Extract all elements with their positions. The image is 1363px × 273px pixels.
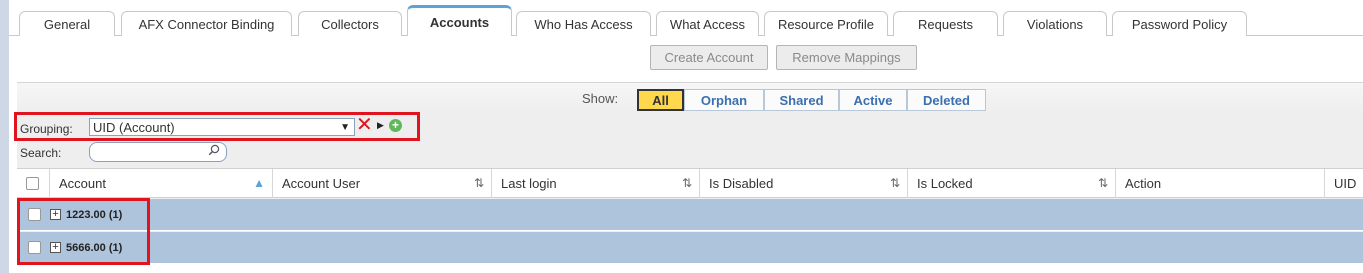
- grouping-value: UID (Account): [93, 120, 175, 135]
- filter-orphan[interactable]: Orphan: [684, 89, 764, 111]
- remove-grouping-icon[interactable]: ✕: [356, 115, 373, 135]
- column-account-user-label: Account User: [282, 176, 361, 191]
- tab-violations[interactable]: Violations: [1003, 11, 1107, 36]
- search-icon[interactable]: [208, 144, 220, 156]
- sort-icon[interactable]: ⇅: [1098, 176, 1108, 190]
- group-row[interactable]: + 1223.00 (1): [17, 199, 1363, 231]
- tab-what-access[interactable]: What Access: [656, 11, 759, 36]
- search-input[interactable]: [89, 142, 227, 162]
- create-account-button[interactable]: Create Account: [650, 45, 768, 70]
- select-all-checkbox[interactable]: [26, 177, 39, 190]
- tab-bar: General AFX Connector Binding Collectors…: [9, 0, 1363, 37]
- sort-icon[interactable]: ⇅: [474, 176, 484, 190]
- column-action-label: Action: [1125, 176, 1162, 191]
- add-grouping-icon[interactable]: +: [389, 119, 402, 132]
- select-all-cell: [17, 169, 50, 198]
- search-label: Search:: [20, 146, 62, 160]
- column-is-locked-label: Is Locked: [917, 176, 973, 191]
- left-stripe: [0, 0, 9, 273]
- filter-shared[interactable]: Shared: [764, 89, 839, 111]
- tab-afx-connector-binding[interactable]: AFX Connector Binding: [121, 11, 292, 36]
- column-is-locked[interactable]: Is Locked ⇅: [908, 169, 1116, 198]
- show-label: Show:: [582, 91, 619, 106]
- grouping-label: Grouping:: [20, 122, 73, 136]
- sort-icon[interactable]: ⇅: [682, 176, 692, 190]
- filter-all[interactable]: All: [637, 89, 684, 111]
- tab-who-has-access[interactable]: Who Has Access: [516, 11, 651, 36]
- filter-deleted[interactable]: Deleted: [907, 89, 986, 111]
- tab-resource-profile[interactable]: Resource Profile: [764, 11, 888, 36]
- tab-requests[interactable]: Requests: [893, 11, 998, 36]
- column-uid[interactable]: UID: [1325, 169, 1363, 198]
- apply-grouping-icon[interactable]: ▶: [377, 120, 384, 131]
- column-account-user[interactable]: Account User ⇅: [273, 169, 492, 198]
- dropdown-arrow-icon: ▼: [340, 122, 350, 133]
- group-rows-highlight-box: [17, 198, 150, 265]
- table-header: Account ▲ Account User ⇅ Last login ⇅ Is…: [17, 168, 1363, 198]
- column-is-disabled[interactable]: Is Disabled ⇅: [700, 169, 908, 198]
- column-account-label: Account: [59, 176, 106, 191]
- tab-collectors[interactable]: Collectors: [298, 11, 402, 36]
- grouping-select[interactable]: UID (Account) ▼: [89, 118, 355, 136]
- sort-icon[interactable]: ⇅: [890, 176, 900, 190]
- tab-general[interactable]: General: [19, 11, 115, 36]
- tab-accounts[interactable]: Accounts: [407, 5, 512, 36]
- remove-mappings-button[interactable]: Remove Mappings: [776, 45, 917, 70]
- column-action[interactable]: Action: [1116, 169, 1325, 198]
- filter-active[interactable]: Active: [839, 89, 907, 111]
- column-last-login-label: Last login: [501, 176, 557, 191]
- column-is-disabled-label: Is Disabled: [709, 176, 774, 191]
- column-uid-label: UID: [1334, 176, 1357, 191]
- column-last-login[interactable]: Last login ⇅: [492, 169, 700, 198]
- sort-ascending-icon[interactable]: ▲: [253, 176, 265, 190]
- column-account[interactable]: Account ▲: [50, 169, 273, 198]
- group-row[interactable]: + 5666.00 (1): [17, 232, 1363, 264]
- tab-password-policy[interactable]: Password Policy: [1112, 11, 1247, 36]
